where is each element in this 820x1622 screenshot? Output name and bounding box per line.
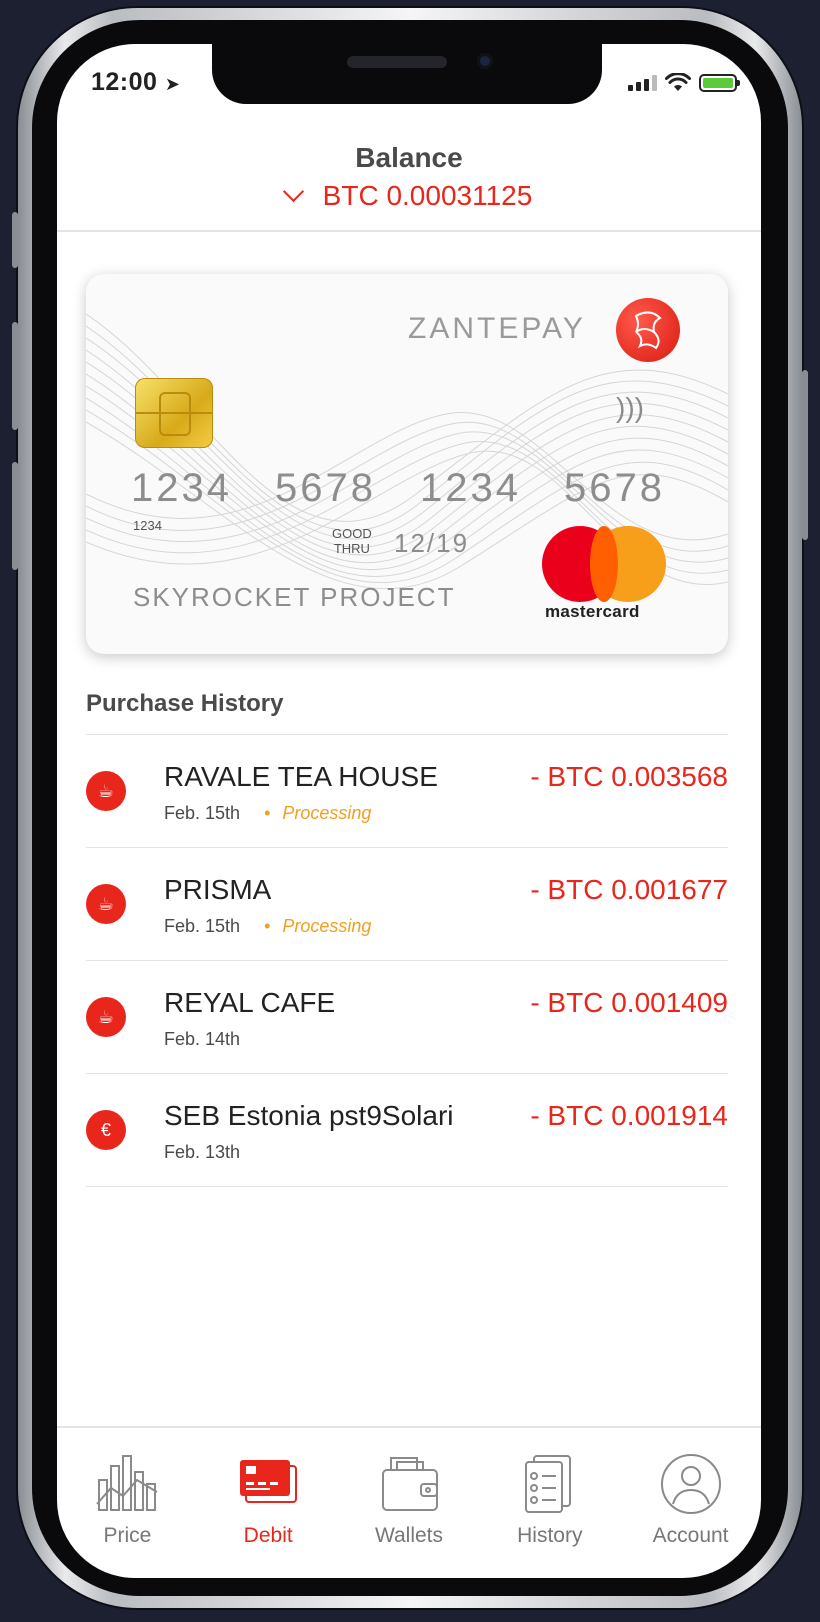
tea-cup-icon: ☕ (86, 771, 126, 811)
purchase-amount: - BTC 0.003568 (530, 761, 728, 792)
tab-wallets[interactable]: Wallets (339, 1428, 480, 1578)
debit-card-icon (240, 1460, 298, 1503)
purchase-item-seb-estonia[interactable]: € SEB Estonia pst9Solari Feb. 13th - BTC… (86, 1074, 728, 1187)
purchase-item-prisma[interactable]: ☕ PRISMA Feb. 15th • Processing - BTC 0.… (86, 848, 728, 961)
purchase-name: RAVALE TEA HOUSE (164, 761, 438, 792)
wallet-icon (381, 1457, 438, 1511)
card-chip-icon (135, 378, 213, 448)
tab-price[interactable]: Price (57, 1428, 198, 1578)
tab-bar: Price Debit Wallets History Account (57, 1426, 761, 1578)
purchase-date: Feb. 13th (164, 1142, 241, 1162)
card-network: mastercard (545, 602, 640, 621)
purchase-amount: - BTC 0.001914 (530, 1100, 728, 1131)
wifi-icon (665, 73, 691, 91)
tab-label: History (517, 1524, 583, 1547)
purchase-name: SEB Estonia pst9Solari (164, 1100, 454, 1131)
balance-title: Balance (355, 142, 463, 173)
purchase-status: Processing (282, 803, 372, 823)
front-camera (477, 53, 493, 69)
status-time-text: 12:00 (91, 68, 158, 96)
purchase-history-list: ☕ RAVALE TEA HOUSE Feb. 15th • Processin… (86, 734, 728, 1187)
card-brand: ZANTEPAY (408, 312, 586, 345)
coffee-cup-icon: ☕ (86, 884, 126, 924)
speaker (347, 56, 447, 68)
balance-selector[interactable]: BTC 0.00031125 (57, 180, 761, 212)
purchase-name: PRISMA (164, 874, 272, 905)
purchase-name: REYAL CAFE (164, 987, 336, 1018)
purchase-date: Feb. 15th (164, 803, 241, 823)
location-arrow-icon: ➤ (164, 74, 181, 94)
tab-label: Wallets (374, 1524, 444, 1547)
history-list-icon (524, 1455, 571, 1513)
header-divider (57, 230, 761, 232)
status-dot: • (264, 803, 271, 823)
chevron-down-icon[interactable] (282, 180, 304, 202)
tab-label: Account (652, 1524, 729, 1547)
contactless-icon: ))) (616, 392, 644, 423)
card-small-number: 1234 (133, 518, 162, 533)
mute-switch (12, 212, 18, 268)
cellular-signal-icon (628, 75, 657, 91)
purchase-amount: - BTC 0.001409 (530, 987, 728, 1018)
good-thru-label: GOOD THRU (332, 526, 372, 556)
balance-value[interactable]: BTC 0.00031125 (323, 180, 533, 212)
debit-card[interactable]: ZANTEPAY ))) 1234 5678 1234 5678 1234 GO… (86, 274, 728, 654)
status-time: 12:00 ➤ (91, 68, 181, 97)
good-thru-line-2: THRU (333, 541, 370, 556)
zantepay-logo-icon (616, 298, 680, 362)
balance-header: Balance BTC 0.00031125 (57, 142, 761, 212)
purchase-amount: - BTC 0.001677 (530, 874, 728, 905)
purchase-meta: Feb. 15th • Processing (164, 803, 371, 824)
good-thru-line-1: GOOD (332, 526, 372, 541)
tab-account[interactable]: Account (620, 1428, 761, 1578)
status-icons (628, 72, 740, 94)
battery-icon (699, 74, 740, 92)
purchase-meta: Feb. 15th • Processing (164, 916, 371, 937)
account-user-icon (660, 1454, 721, 1514)
card-number-group-2: 5678 (275, 466, 376, 510)
purchase-item-reyal-cafe[interactable]: ☕ REYAL CAFE Feb. 14th - BTC 0.001409 (86, 961, 728, 1074)
app-screen: 12:00 ➤ Balance BTC 0.00031125 ZANTEPAY … (57, 44, 761, 1578)
mastercard-logo-icon (542, 526, 666, 606)
purchase-meta: Feb. 14th (164, 1029, 240, 1050)
card-number-group-3: 1234 (420, 466, 521, 510)
tab-history[interactable]: History (479, 1428, 620, 1578)
tab-label: Price (103, 1524, 152, 1547)
purchase-history-title: Purchase History (86, 690, 284, 717)
tab-label: Debit (243, 1524, 293, 1547)
status-dot: • (264, 916, 271, 936)
tea-cup-icon: ☕ (86, 997, 126, 1037)
volume-down-button (12, 462, 18, 570)
card-number-group-4: 5678 (564, 466, 665, 510)
purchase-meta: Feb. 13th (164, 1142, 240, 1163)
tab-debit[interactable]: Debit (198, 1428, 339, 1578)
power-button (802, 370, 808, 540)
purchase-status: Processing (282, 916, 372, 936)
notch (212, 44, 602, 104)
card-expiry: 12/19 (394, 528, 470, 558)
piggy-bank-icon: € (86, 1110, 126, 1150)
purchase-item-ravale-tea-house[interactable]: ☕ RAVALE TEA HOUSE Feb. 15th • Processin… (86, 735, 728, 848)
card-holder: SKYROCKET PROJECT (133, 582, 456, 612)
purchase-date: Feb. 14th (164, 1029, 241, 1049)
card-number-group-1: 1234 (131, 466, 232, 510)
purchase-date: Feb. 15th (164, 916, 241, 936)
price-chart-icon (96, 1455, 158, 1511)
volume-up-button (12, 322, 18, 430)
